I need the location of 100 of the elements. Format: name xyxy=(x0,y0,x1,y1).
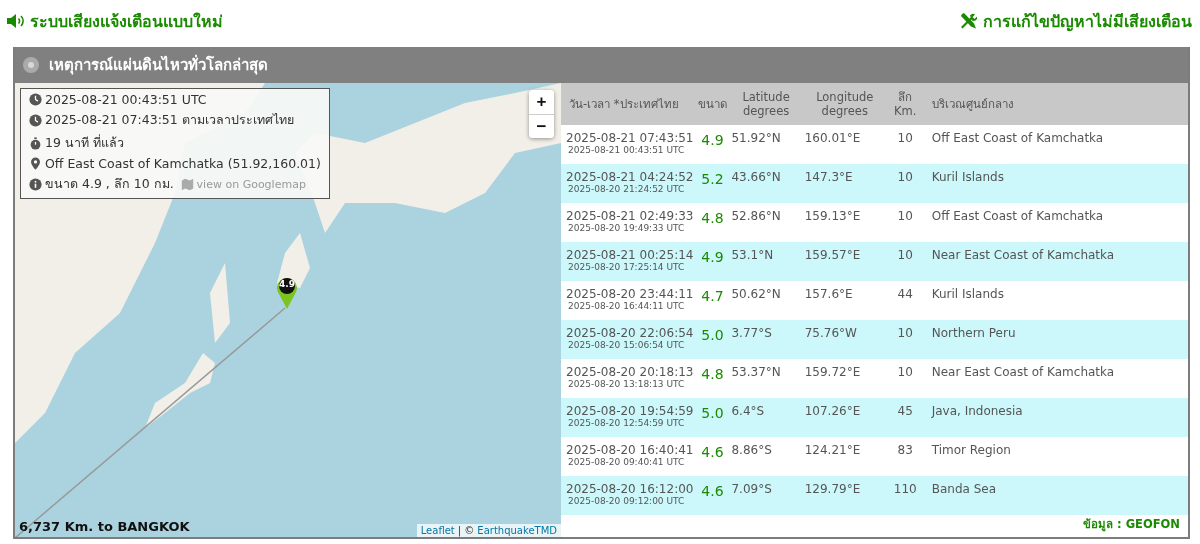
magnitude-cell: 5.0 xyxy=(695,398,730,437)
googlemap-link[interactable]: view on Googlemap xyxy=(180,177,306,191)
magnitude-cell: 4.6 xyxy=(695,437,730,476)
utc-time: 2025-08-21 00:43:51 UTC xyxy=(568,145,686,155)
region-cell: Java, Indonesia xyxy=(923,398,1188,437)
latitude-cell: 7.09°S xyxy=(729,476,803,515)
region-cell: Kuril Islands xyxy=(923,164,1188,203)
local-time: 2025-08-20 23:44:11 xyxy=(566,287,694,301)
latitude-cell: 51.92°N xyxy=(729,125,803,164)
latitude-cell: 52.86°N xyxy=(729,203,803,242)
depth-cell: 83 xyxy=(886,437,924,476)
depth-cell: 10 xyxy=(886,359,924,398)
local-time: 2025-08-21 04:24:52 xyxy=(566,170,694,184)
local-time: 2025-08-20 20:18:13 xyxy=(566,365,694,379)
circle-icon xyxy=(23,57,39,73)
distance-label: 6,737 Km. to BANGKOK xyxy=(19,519,190,534)
map-icon xyxy=(180,177,194,191)
utc-time: 2025-08-20 15:06:54 UTC xyxy=(568,340,686,350)
clock-icon xyxy=(29,93,42,106)
leaflet-link[interactable]: Leaflet xyxy=(420,525,455,536)
tools-icon xyxy=(959,12,979,30)
region-cell: Timor Region xyxy=(923,437,1188,476)
local-time: 2025-08-21 02:49:33 xyxy=(566,209,694,223)
region-cell: Near East Coast of Kamchatka xyxy=(923,359,1188,398)
speaker-icon xyxy=(6,12,26,30)
depth-cell: 110 xyxy=(886,476,924,515)
local-time: 2025-08-21 07:43:51 xyxy=(566,131,694,145)
sound-alert-link[interactable]: ระบบเสียงแจ้งเตือนแบบใหม่ xyxy=(6,8,223,34)
zoom-in-button[interactable]: + xyxy=(529,90,554,114)
depth-cell: 44 xyxy=(886,281,924,320)
column-header: วัน-เวลา *ประเทศไทย xyxy=(561,83,696,125)
info-text: ขนาด 4.9 , ลึก 10 กม. xyxy=(45,175,174,193)
utc-time: 2025-08-20 19:49:33 UTC xyxy=(568,223,686,233)
magnitude-cell: 5.0 xyxy=(695,320,730,359)
longitude-cell: 159.57°E xyxy=(802,242,887,281)
magnitude-cell: 4.6 xyxy=(695,476,730,515)
column-header: Latitude degrees xyxy=(729,83,803,125)
info-icon xyxy=(29,177,42,191)
info-text: 2025-08-21 00:43:51 UTC xyxy=(45,92,207,107)
column-header: ขนาด xyxy=(695,83,730,125)
zoom-out-button[interactable]: − xyxy=(529,114,554,138)
region-cell: Banda Sea xyxy=(923,476,1188,515)
latitude-cell: 53.37°N xyxy=(729,359,803,398)
column-header: ลึก Km. xyxy=(886,83,924,125)
longitude-cell: 75.76°W xyxy=(802,320,887,359)
magnitude-cell: 5.2 xyxy=(695,164,730,203)
depth-cell: 10 xyxy=(886,125,924,164)
magnitude-cell: 4.7 xyxy=(695,281,730,320)
depth-cell: 10 xyxy=(886,320,924,359)
source-link[interactable]: EarthquakeTMD xyxy=(477,525,557,536)
data-source-note: ข้อมูล : GEOFON xyxy=(1083,516,1181,534)
depth-cell: 10 xyxy=(886,164,924,203)
panel-title: เหตุการณ์แผ่นดินไหวทั่วโลกล่าสุด xyxy=(49,53,268,77)
magnitude-cell: 4.8 xyxy=(695,359,730,398)
depth-cell: 10 xyxy=(886,203,924,242)
region-cell: Northern Peru xyxy=(923,320,1188,359)
depth-cell: 10 xyxy=(886,242,924,281)
marker-label: 4.9 xyxy=(278,279,296,289)
longitude-cell: 124.21°E xyxy=(802,437,887,476)
region-cell: Kuril Islands xyxy=(923,281,1188,320)
longitude-cell: 160.01°E xyxy=(802,125,887,164)
longitude-cell: 159.72°E xyxy=(802,359,887,398)
utc-time: 2025-08-20 12:54:59 UTC xyxy=(568,418,686,428)
utc-time: 2025-08-20 09:12:00 UTC xyxy=(568,496,686,506)
latitude-cell: 8.86°S xyxy=(729,437,803,476)
latitude-cell: 6.4°S xyxy=(729,398,803,437)
latitude-cell: 50.62°N xyxy=(729,281,803,320)
longitude-cell: 147.3°E xyxy=(802,164,887,203)
region-cell: Off East Coast of Kamchatka xyxy=(923,203,1188,242)
clock-icon xyxy=(29,113,42,127)
info-text: 2025-08-21 07:43:51 ตามเวลาประเทศไทย xyxy=(45,111,294,129)
column-header: Longitude degrees xyxy=(802,83,887,125)
utc-time: 2025-08-20 16:44:11 UTC xyxy=(568,301,686,311)
local-time: 2025-08-20 19:54:59 xyxy=(566,404,694,418)
depth-cell: 45 xyxy=(886,398,924,437)
latitude-cell: 43.66°N xyxy=(729,164,803,203)
location-pin-icon xyxy=(29,157,42,170)
longitude-cell: 129.79°E xyxy=(802,476,887,515)
info-text: Off East Coast of Kamchatka (51.92,160.01) xyxy=(45,156,321,171)
stopwatch-icon xyxy=(29,136,42,150)
longitude-cell: 159.13°E xyxy=(802,203,887,242)
longitude-cell: 107.26°E xyxy=(802,398,887,437)
local-time: 2025-08-21 00:25:14 xyxy=(566,248,694,262)
column-header: บริเวณศูนย์กลาง xyxy=(923,83,1188,125)
attribution-text: | © xyxy=(457,525,475,536)
utc-time: 2025-08-20 13:18:13 UTC xyxy=(568,379,686,389)
troubleshoot-link[interactable]: การแก้ไขปัญหาไม่มีเสียงเตือน xyxy=(959,8,1192,34)
magnitude-cell: 4.8 xyxy=(695,203,730,242)
info-text: 19 นาที ที่แล้ว xyxy=(45,133,124,152)
longitude-cell: 157.6°E xyxy=(802,281,887,320)
magnitude-cell: 4.9 xyxy=(695,242,730,281)
magnitude-cell: 4.9 xyxy=(695,125,730,164)
latitude-cell: 53.1°N xyxy=(729,242,803,281)
utc-time: 2025-08-20 17:25:14 UTC xyxy=(568,262,686,272)
latitude-cell: 3.77°S xyxy=(729,320,803,359)
local-time: 2025-08-20 16:12:00 xyxy=(566,482,694,496)
region-cell: Off East Coast of Kamchatka xyxy=(923,125,1188,164)
region-cell: Near East Coast of Kamchatka xyxy=(923,242,1188,281)
local-time: 2025-08-20 22:06:54 xyxy=(566,326,694,340)
utc-time: 2025-08-20 09:40:41 UTC xyxy=(568,457,686,467)
